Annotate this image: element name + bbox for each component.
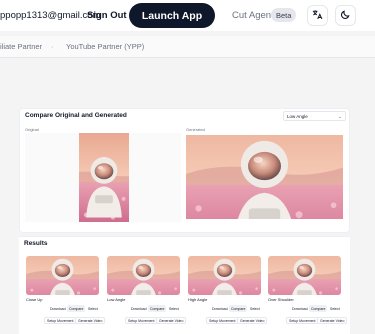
translate-icon <box>312 7 323 25</box>
generate-video-button[interactable]: Generate Video <box>75 317 106 324</box>
cut-agent-link[interactable]: Cut Agent <box>232 10 274 21</box>
original-pane <box>25 133 181 222</box>
nav-youtube-partner[interactable]: YouTube Partner (YPP) <box>66 42 144 51</box>
result-thumbnail[interactable] <box>188 256 261 295</box>
select-button[interactable]: Select <box>86 305 100 312</box>
generated-image <box>186 135 343 219</box>
original-label: Original <box>25 127 39 132</box>
results-title: Results <box>24 240 48 247</box>
result-label: Close Up <box>26 297 43 302</box>
setup-movement-button[interactable]: Setup Movement <box>44 317 77 324</box>
generate-video-button[interactable]: Generate Video <box>317 317 348 324</box>
compare-button[interactable]: Compare <box>229 305 248 312</box>
beta-badge: Beta <box>271 8 297 22</box>
nav-separator: · <box>51 42 54 51</box>
generate-video-button[interactable]: Generate Video <box>156 317 187 324</box>
generate-video-button[interactable]: Generate Video <box>237 317 268 324</box>
result-thumbnail[interactable] <box>268 256 341 295</box>
original-image <box>79 133 129 222</box>
download-button[interactable]: Download <box>129 305 149 312</box>
download-button[interactable]: Download <box>48 305 68 312</box>
select-button[interactable]: Select <box>248 305 262 312</box>
nav-affiliate-partner[interactable]: iliate Partner <box>0 42 42 51</box>
setup-movement-button[interactable]: Setup Movement <box>286 317 319 324</box>
angle-select-value: Low Angle <box>287 113 308 119</box>
result-label: Low Angle <box>107 297 126 302</box>
compare-button[interactable]: Compare <box>148 305 167 312</box>
compare-button[interactable]: Compare <box>67 305 86 312</box>
select-button[interactable]: Select <box>328 305 342 312</box>
compare-title: Compare Original and Generated <box>25 112 127 119</box>
setup-movement-button[interactable]: Setup Movement <box>206 317 239 324</box>
generated-pane <box>186 133 343 222</box>
language-button[interactable] <box>307 5 328 26</box>
top-bar: ppopp1313@gmail.com Sign Out Launch App … <box>0 0 375 31</box>
result-label: High Angle <box>188 297 208 302</box>
select-button[interactable]: Select <box>167 305 181 312</box>
chevron-down-icon: ⌄ <box>337 114 342 120</box>
moon-icon <box>340 7 351 25</box>
result-label: Over Shoulder <box>268 297 294 302</box>
launch-app-button[interactable]: Launch App <box>129 3 215 28</box>
setup-movement-button[interactable]: Setup Movement <box>125 317 158 324</box>
theme-toggle-button[interactable] <box>335 5 356 26</box>
sign-out-link[interactable]: Sign Out <box>87 10 127 21</box>
compare-button[interactable]: Compare <box>309 305 328 312</box>
generated-label: Generated <box>186 127 205 132</box>
download-button[interactable]: Download <box>210 305 230 312</box>
secondary-nav: iliate Partner · YouTube Partner (YPP) <box>0 36 375 58</box>
result-thumbnail[interactable] <box>107 256 180 295</box>
compare-card: Compare Original and Generated Low Angle… <box>19 108 350 233</box>
download-button[interactable]: Download <box>290 305 310 312</box>
user-email: ppopp1313@gmail.com <box>0 10 101 21</box>
angle-select[interactable]: Low Angle ⌄ <box>283 111 346 121</box>
result-thumbnail[interactable] <box>26 256 99 295</box>
